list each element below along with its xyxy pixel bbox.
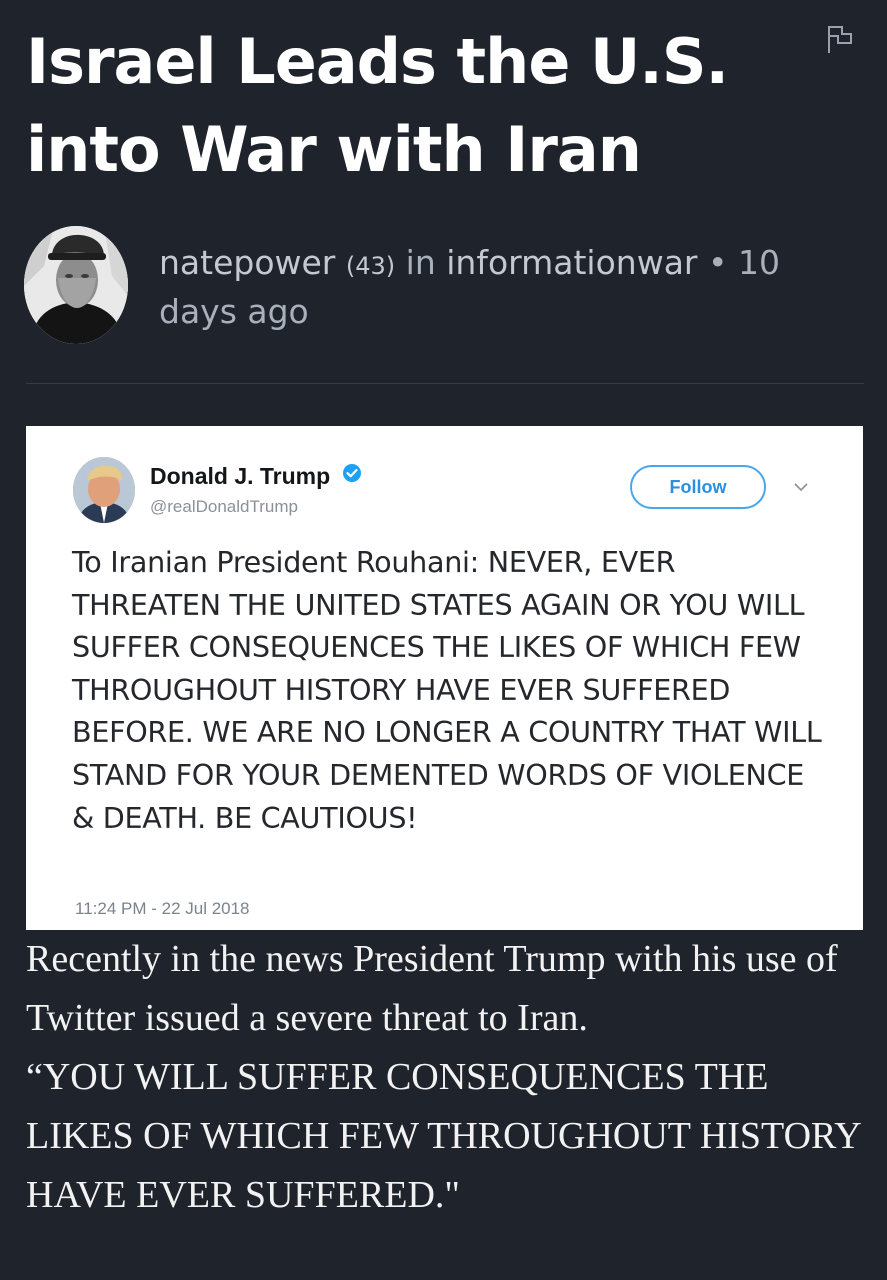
post-body: Recently in the news President Trump wit…	[26, 930, 866, 1225]
chevron-down-icon	[794, 483, 808, 492]
body-quote: “YOU WILL SUFFER CONSEQUENCES THE LIKES …	[26, 1056, 861, 1216]
post-title: Israel Leads the U.S. into War with Iran	[26, 25, 729, 186]
follow-button: Follow	[630, 465, 766, 509]
author-avatar-image	[24, 226, 128, 344]
author-link[interactable]: natepower	[159, 243, 335, 282]
tweet-author-name: Donald J. Trump	[150, 463, 331, 489]
tweet-timestamp: 11:24 PM - 22 Jul 2018	[75, 899, 250, 918]
verified-badge-icon	[343, 464, 361, 482]
author-avatar[interactable]	[24, 226, 128, 344]
meta-separator: •	[708, 243, 728, 282]
author-reputation: (43)	[345, 252, 396, 280]
flag-icon[interactable]	[826, 24, 854, 54]
divider	[26, 383, 864, 384]
tweet-text: To Iranian President Rouhani: NEVER, EVE…	[72, 545, 822, 835]
tweet-author-handle: @realDonaldTrump	[150, 497, 298, 516]
embedded-tweet-image: Donald J. Trump @realDonaldTrump Follow …	[26, 426, 863, 930]
in-label: in	[405, 243, 436, 282]
community-link[interactable]: informationwar	[446, 243, 697, 282]
tweet-avatar	[73, 457, 135, 523]
tweet-avatar-image	[73, 457, 135, 523]
body-paragraph: Recently in the news President Trump wit…	[26, 938, 838, 1039]
post-meta: natepower (43) in informationwar • 10 da…	[159, 240, 859, 335]
